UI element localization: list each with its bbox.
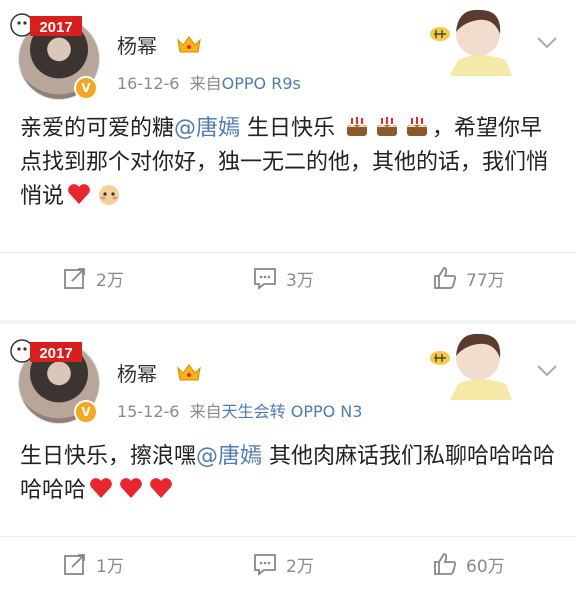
- repost-icon: [64, 554, 85, 575]
- like-button[interactable]: 77万: [432, 264, 505, 292]
- like-button[interactable]: 60万: [432, 550, 505, 578]
- verified-badge-icon: V: [74, 400, 98, 424]
- post-date: 15-12-6: [117, 402, 180, 421]
- year-badge-icon: 2017: [10, 339, 82, 363]
- action-bar: 1万 2万 60万: [0, 544, 576, 584]
- post-meta: 15-12-6 来自天生会转 OPPO N3: [117, 398, 362, 422]
- post-source[interactable]: 天生会转 OPPO N3: [222, 402, 363, 421]
- cake-icon: [377, 117, 398, 136]
- thumbs-up-icon: [434, 553, 457, 575]
- badge-year-text: 2017: [39, 19, 72, 36]
- chevron-down-icon[interactable]: [536, 36, 558, 50]
- source-prefix: 来自: [189, 402, 222, 421]
- post-source[interactable]: OPPO R9s: [222, 74, 301, 93]
- mention-link[interactable]: @唐嫣: [196, 444, 262, 469]
- comment-count: 3万: [286, 270, 314, 291]
- verified-badge-icon: V: [74, 76, 98, 100]
- repost-button[interactable]: 1万: [62, 550, 124, 578]
- shy-emoji-icon: [99, 185, 120, 205]
- post-meta: 16-12-6 来自OPPO R9s: [117, 70, 301, 94]
- like-count: 77万: [466, 270, 505, 291]
- author-name[interactable]: 杨幂: [117, 30, 157, 59]
- comment-button[interactable]: 2万: [252, 550, 314, 578]
- comment-count: 2万: [286, 556, 314, 577]
- like-count: 60万: [466, 556, 505, 577]
- weibo-post-2: 2017 V 杨幂 15-12-6 来自天生会转 OPPO N3 生日快乐，擦浪…: [0, 324, 576, 596]
- post-date: 16-12-6: [117, 74, 180, 93]
- comment-icon: [254, 268, 276, 290]
- action-bar: 2万 3万 77万: [0, 258, 576, 298]
- repost-count: 2万: [96, 270, 124, 291]
- card-decoration-icon: [430, 9, 512, 76]
- repost-count: 1万: [96, 556, 124, 577]
- chevron-down-icon[interactable]: [536, 364, 558, 378]
- divider: [0, 536, 576, 537]
- comment-button[interactable]: 3万: [252, 264, 314, 292]
- comment-icon: [254, 554, 276, 576]
- crown-icon: [177, 364, 201, 381]
- heart-icon: [68, 184, 90, 204]
- author-name[interactable]: 杨幂: [117, 358, 157, 387]
- post-text: 生日快乐，擦浪嘿@唐嫣 其他肉麻话我们私聊哈哈哈哈哈哈哈: [20, 444, 556, 503]
- source-prefix: 来自: [189, 74, 222, 93]
- post-text: 亲爱的可爱的糖@唐嫣 生日快乐 ，希望你早点找到那个对你好，独一无二的他，其他的…: [20, 112, 560, 214]
- heart-icon: [150, 478, 172, 498]
- mention-link[interactable]: @唐嫣: [174, 116, 240, 141]
- heart-icon: [90, 478, 112, 498]
- badge-year-text: 2017: [39, 345, 72, 362]
- year-badge-icon: 2017: [10, 13, 82, 37]
- thumbs-up-icon: [434, 267, 457, 289]
- repost-button[interactable]: 2万: [62, 264, 124, 292]
- weibo-post-1: 2017 V 杨幂 16-12-6 来自OPPO R9s 亲爱的可爱的糖@唐嫣 …: [0, 0, 576, 320]
- divider: [0, 252, 576, 253]
- crown-icon: [177, 36, 201, 53]
- cake-icon: [347, 117, 368, 136]
- repost-icon: [64, 268, 85, 289]
- heart-icon: [120, 478, 142, 498]
- card-decoration-icon: [430, 333, 512, 400]
- cake-icon: [407, 117, 428, 136]
